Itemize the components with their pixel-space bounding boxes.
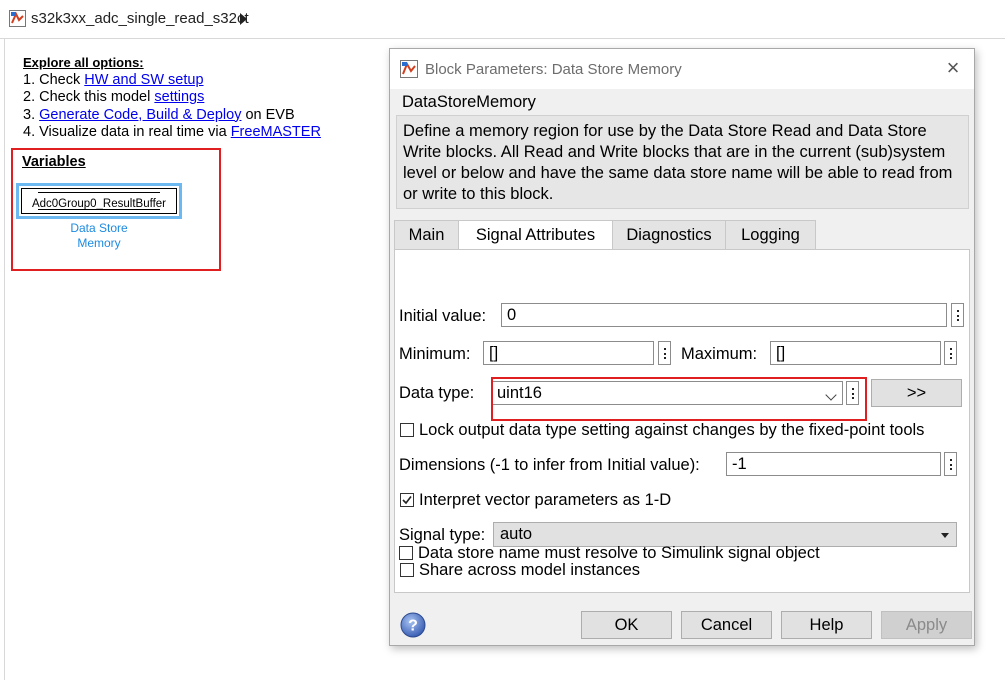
generate-code-link[interactable]: Generate Code, Build & Deploy	[39, 107, 241, 123]
signal-type-label: Signal type:	[399, 526, 486, 544]
explore-step-1: 1. Check HW and SW setup	[23, 71, 204, 88]
resolve-signal-object-label: Data store name must resolve to Simulink…	[418, 544, 820, 562]
signal-attributes-panel: Initial value: 0 Minimum: [] Maximum: []…	[394, 249, 970, 593]
apply-button[interactable]: Apply	[881, 611, 972, 639]
dimensions-label: Dimensions (-1 to infer from Initial val…	[399, 456, 700, 474]
block-frame: Adc0Group0_ResultBuffer	[21, 188, 177, 214]
canvas-border	[4, 39, 5, 680]
block-description-box: Define a memory region for use by the Da…	[396, 115, 969, 209]
signal-type-value: auto	[500, 525, 533, 543]
simulink-model-icon	[9, 10, 26, 27]
resolve-signal-object-checkbox[interactable]	[399, 546, 413, 560]
minimum-label: Minimum:	[399, 345, 471, 363]
tab-main[interactable]: Main	[394, 220, 459, 249]
initial-value-input[interactable]: 0	[501, 303, 947, 327]
lock-output-label: Lock output data type setting against ch…	[419, 421, 925, 439]
minimum-options-icon[interactable]	[658, 341, 671, 365]
breadcrumb-arrow-icon[interactable]	[240, 13, 247, 25]
share-instances-label: Share across model instances	[419, 561, 641, 579]
block-bottom-line	[38, 209, 160, 210]
cancel-button[interactable]: Cancel	[681, 611, 772, 639]
explore-step-2: 2. Check this model settings	[23, 89, 205, 105]
explore-step-3: 3. Generate Code, Build & Deploy on EVB	[23, 106, 295, 123]
simulink-block-icon	[400, 60, 418, 78]
dimensions-options-icon[interactable]	[944, 452, 957, 476]
minimum-input[interactable]: []	[483, 341, 654, 365]
model-name[interactable]: s32k3xx_adc_single_read_s32ct	[31, 10, 249, 27]
dialog-title: Block Parameters: Data Store Memory	[425, 61, 682, 78]
dropdown-triangle-icon	[941, 533, 949, 538]
block-parameters-dialog: Block Parameters: Data Store Memory × Da…	[389, 48, 975, 646]
maximum-options-icon[interactable]	[944, 341, 957, 365]
data-type-label: Data type:	[399, 384, 475, 402]
tab-diagnostics[interactable]: Diagnostics	[612, 220, 726, 249]
interpret-vector-label: Interpret vector parameters as 1-D	[419, 491, 672, 509]
block-caption[interactable]: Data Store Memory	[40, 221, 158, 251]
data-store-memory-block[interactable]: Adc0Group0_ResultBuffer	[16, 183, 182, 219]
hw-sw-setup-link[interactable]: HW and SW setup	[84, 72, 203, 88]
interpret-vector-checkbox[interactable]	[400, 493, 414, 507]
maximum-input[interactable]: []	[770, 341, 941, 365]
block-type-name: DataStoreMemory	[402, 93, 536, 111]
settings-link[interactable]: settings	[154, 89, 204, 105]
lock-output-checkbox[interactable]	[400, 423, 414, 437]
block-top-line	[38, 192, 160, 193]
dialog-titlebar[interactable]: Block Parameters: Data Store Memory ×	[390, 49, 974, 89]
data-type-highlight-box	[491, 377, 867, 421]
svg-text:?: ?	[408, 618, 418, 635]
tab-signal-attributes[interactable]: Signal Attributes	[458, 220, 613, 251]
explore-heading: Explore all options:	[23, 55, 144, 70]
maximum-label: Maximum:	[681, 345, 758, 363]
context-help-icon[interactable]: ?	[400, 612, 426, 638]
checkmark-icon	[402, 496, 412, 505]
data-type-assistant-button[interactable]: >>	[871, 379, 962, 407]
ok-button[interactable]: OK	[581, 611, 672, 639]
block-description: Define a memory region for use by the Da…	[403, 122, 953, 203]
variables-title: Variables	[22, 154, 86, 170]
share-instances-checkbox[interactable]	[400, 563, 414, 577]
initial-value-options-icon[interactable]	[951, 303, 964, 327]
close-icon[interactable]: ×	[942, 57, 964, 79]
tab-logging[interactable]: Logging	[725, 220, 816, 249]
help-button[interactable]: Help	[781, 611, 872, 639]
explore-step-4: 4. Visualize data in real time via FreeM…	[23, 124, 321, 140]
freemaster-link[interactable]: FreeMASTER	[231, 124, 321, 140]
explore-options-annotation: Explore all options: 1. Check HW and SW …	[23, 54, 321, 142]
block-description-group: DataStoreMemory Define a memory region f…	[393, 89, 971, 211]
model-breadcrumb: s32k3xx_adc_single_read_s32ct	[0, 0, 1005, 39]
dimensions-input[interactable]: -1	[726, 452, 941, 476]
initial-value-label: Initial value:	[399, 307, 487, 325]
